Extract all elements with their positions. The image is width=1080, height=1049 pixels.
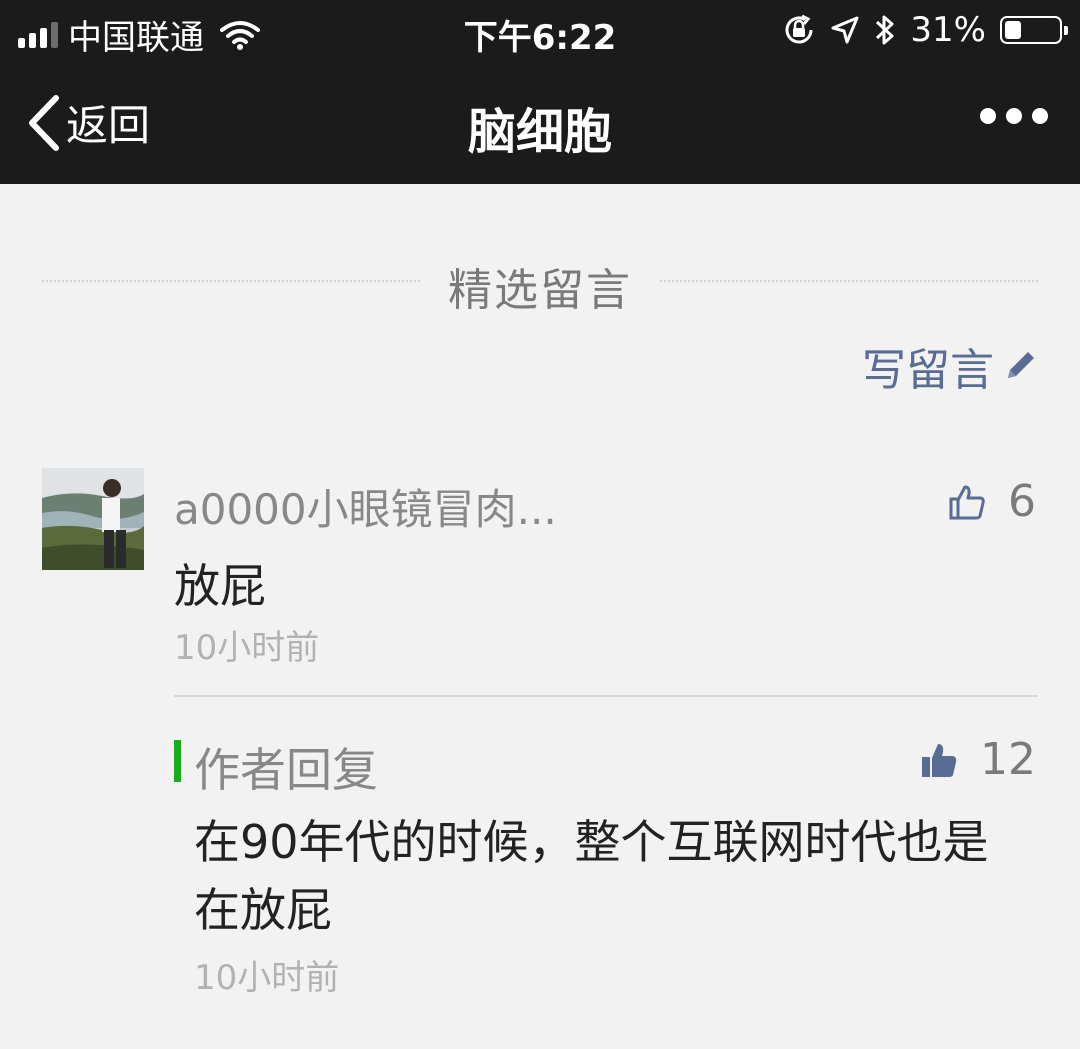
battery-fill xyxy=(1005,21,1021,39)
navigation-bar: 返回 脑细胞 xyxy=(0,62,1080,184)
write-comment-button[interactable]: 写留言 xyxy=(862,334,1038,398)
avatar[interactable] xyxy=(42,468,144,570)
featured-comments-header: 精选留言 xyxy=(42,250,1038,316)
bluetooth-icon xyxy=(876,15,894,45)
comment-like-count: 6 xyxy=(1008,476,1036,527)
divider xyxy=(174,695,1038,697)
section-title: 精选留言 xyxy=(448,265,632,316)
author-reply-time: 10小时前 xyxy=(194,958,340,998)
reply-like-count: 12 xyxy=(980,734,1036,785)
more-dots-icon xyxy=(980,108,996,124)
battery-icon xyxy=(1000,16,1068,44)
author-reply-label: 作者回复 xyxy=(194,743,378,797)
more-button[interactable] xyxy=(980,108,1048,124)
comment-text: 放屁 xyxy=(174,559,266,613)
author-reply-text: 在90年代的时候，整个互联网时代也是在放屁 xyxy=(194,815,989,937)
comment-username[interactable]: a0000小眼镜冒肉... xyxy=(174,476,557,537)
comment-like-button[interactable]: 6 xyxy=(948,476,1036,527)
pencil-icon xyxy=(1008,352,1034,378)
battery-percent: 31% xyxy=(910,10,986,50)
location-arrow-icon xyxy=(831,16,859,44)
orientation-lock-icon xyxy=(785,14,813,44)
avatar-photo xyxy=(42,468,144,570)
reply-marker xyxy=(174,740,181,782)
write-comment-label: 写留言 xyxy=(862,345,994,396)
status-bar: 中国联通 下午6:22 31% xyxy=(0,0,1080,62)
page-title: 脑细胞 xyxy=(467,104,612,160)
status-right: 31% xyxy=(782,10,1068,50)
reply-like-button[interactable]: 12 xyxy=(920,734,1036,785)
thumbs-up-outline-icon xyxy=(949,485,985,519)
thumbs-up-filled-icon xyxy=(922,743,957,777)
comment-time: 10小时前 xyxy=(174,628,320,668)
